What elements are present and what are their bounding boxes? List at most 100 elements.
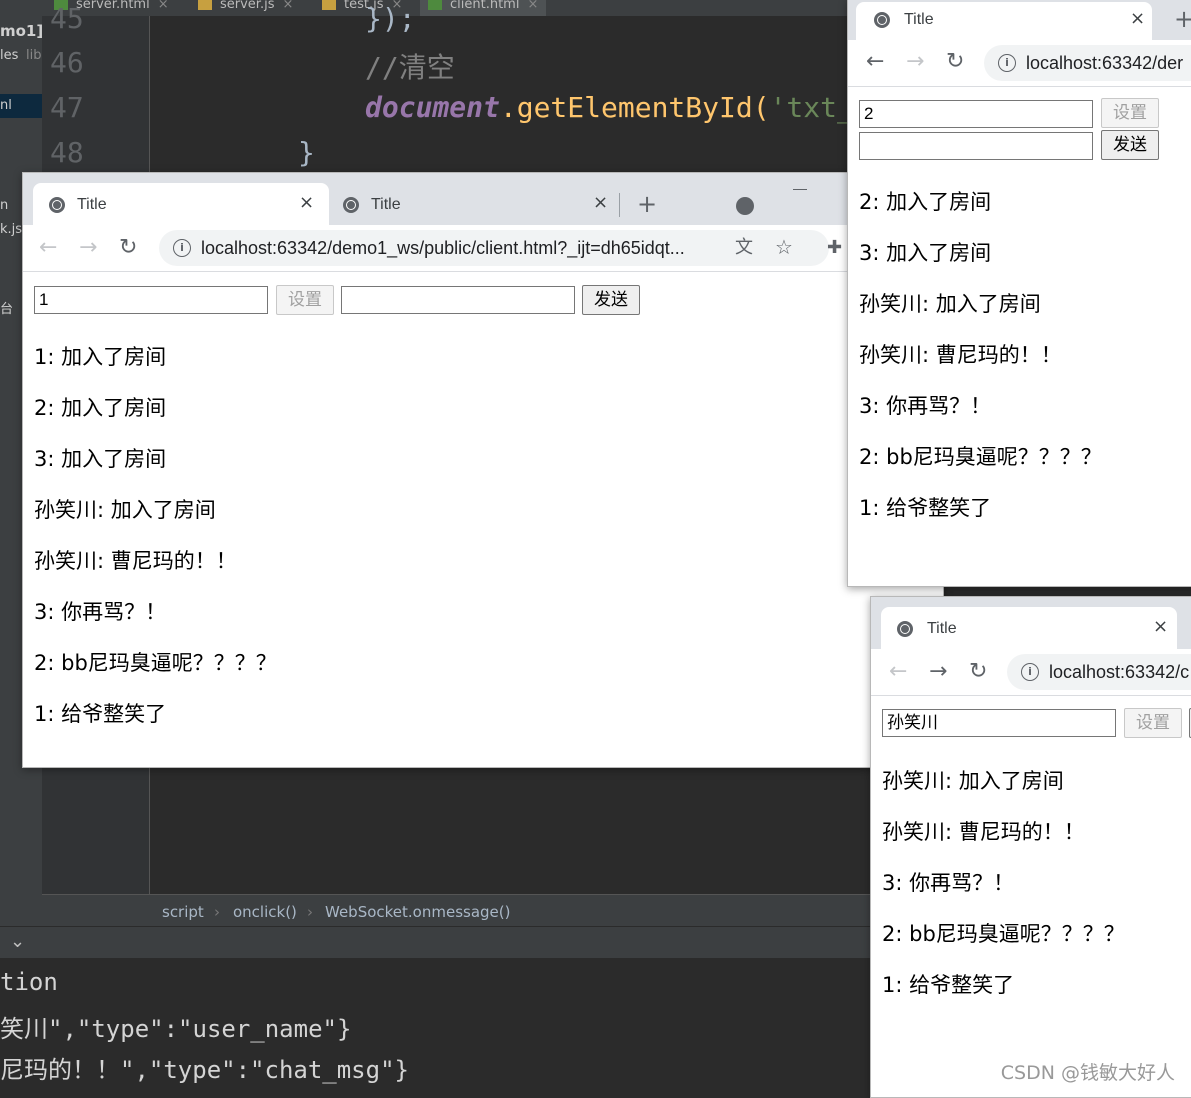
chat-message: 孙笑川: 曹尼玛的！！ <box>34 549 237 573</box>
tab-strip: Title × + <box>848 0 1191 40</box>
navigation-bar: ← → ↻ i localhost:63342/demo1_ws/public/… <box>23 225 943 272</box>
close-icon[interactable]: × <box>527 0 538 12</box>
code-token-method: .getElementById( <box>499 91 770 124</box>
console-output: tion 笑川","type":"user_name"} 尼玛的！！","typ… <box>0 958 872 1091</box>
reload-icon[interactable]: ↻ <box>969 661 987 683</box>
message-input[interactable] <box>341 286 575 314</box>
watermark: CSDN @钱敏大好人 <box>1000 1062 1175 1084</box>
username-input[interactable]: 1 <box>34 286 268 314</box>
tab-title: Title <box>927 620 957 637</box>
reload-icon[interactable]: ↻ <box>119 237 137 259</box>
project-item[interactable]: lib <box>26 48 41 63</box>
chat-message: 3: 你再骂？！ <box>859 394 992 418</box>
project-item[interactable]: les <box>0 48 18 63</box>
globe-icon <box>49 197 65 213</box>
arrow-right-icon[interactable]: → <box>929 661 947 683</box>
tab-title: Title <box>77 196 107 213</box>
chat-message: 3: 你再骂？！ <box>882 871 1015 895</box>
browser-window-main: Title × Title × + ← → ↻ i localhost:6334… <box>22 172 944 768</box>
address-bar[interactable]: i localhost:63342/demo1_ws/public/client… <box>159 230 829 266</box>
close-tab-icon[interactable]: × <box>593 192 608 213</box>
new-tab-icon[interactable]: + <box>637 192 657 216</box>
line-number: 45 <box>50 2 84 35</box>
send-button[interactable]: 发送 <box>582 285 640 315</box>
chat-message: 2: 加入了房间 <box>859 190 992 214</box>
url-text: localhost:63342/c <box>1049 662 1190 682</box>
code-line-45[interactable]: }); <box>365 2 416 35</box>
chat-message: 孙笑川: 曹尼玛的！！ <box>859 343 1062 367</box>
project-name-fragment: mo1] <box>0 22 44 40</box>
code-token-string: 'txt_ <box>769 91 854 124</box>
arrow-right-icon[interactable]: → <box>906 51 924 73</box>
browser-window-bottom: Title × ← → ↻ i localhost:63342/c 孙笑川 设置… <box>870 596 1191 1098</box>
line-number: 48 <box>50 136 84 169</box>
js-file-icon <box>198 0 212 10</box>
chat-message: 2: bb尼玛臭逼呢？？？？ <box>34 651 277 675</box>
chat-message: 孙笑川: 曹尼玛的！！ <box>882 820 1085 844</box>
chevron-right-icon: › <box>214 903 220 921</box>
code-line-48[interactable]: } <box>298 136 315 169</box>
chat-message: 1: 给爷整笑了 <box>34 702 167 726</box>
info-icon[interactable]: i <box>1021 663 1039 681</box>
breadcrumb-item[interactable]: script <box>162 903 204 921</box>
message-input[interactable] <box>859 132 1093 160</box>
username-input[interactable]: 孙笑川 <box>882 709 1116 737</box>
puzzle-icon[interactable]: ✚ <box>827 237 842 259</box>
browser-tab-active[interactable]: Title × <box>33 183 329 225</box>
translate-icon[interactable]: 文 <box>735 237 753 259</box>
send-button[interactable]: 发送 <box>1101 130 1159 160</box>
arrow-right-icon[interactable]: → <box>79 237 97 259</box>
browser-tab-2[interactable]: Title × <box>329 183 619 225</box>
info-icon[interactable]: i <box>173 239 191 257</box>
chat-message: 2: bb尼玛臭逼呢？？？？ <box>882 922 1125 946</box>
chat-message: 1: 加入了房间 <box>34 345 167 369</box>
browser-tab-active[interactable]: Title × <box>881 607 1177 649</box>
chat-message: 2: bb尼玛臭逼呢？？？？ <box>859 445 1102 469</box>
tab-divider <box>619 193 620 217</box>
code-line-46[interactable]: //清空 <box>365 46 455 86</box>
close-icon[interactable]: × <box>158 0 169 12</box>
set-name-button[interactable]: 设置 <box>276 285 334 315</box>
tab-strip: Title × <box>871 597 1191 649</box>
code-line-47[interactable]: document.getElementById('txt_ <box>365 91 854 124</box>
address-bar[interactable]: i localhost:63342/c <box>1007 654 1191 690</box>
console-toolbar: ⌄ <box>0 926 872 959</box>
html-file-icon <box>428 0 442 10</box>
chevron-right-icon: › <box>307 903 313 921</box>
set-name-button[interactable]: 设置 <box>1124 708 1182 738</box>
project-item-selected[interactable]: nl <box>0 94 42 118</box>
ide-tab-client-html[interactable]: client.html × <box>420 0 547 16</box>
chat-message: 1: 给爷整笑了 <box>859 496 992 520</box>
globe-icon <box>897 621 913 637</box>
url-text: localhost:63342/demo1_ws/public/client.h… <box>201 238 685 258</box>
ide-tab-server-js[interactable]: server.js × <box>198 0 293 16</box>
new-tab-icon[interactable]: + <box>1174 7 1191 31</box>
chevron-down-icon[interactable]: ⌄ <box>10 931 25 952</box>
minimize-icon[interactable] <box>793 189 807 190</box>
console-line: 尼玛的！！","type":"chat_msg"} <box>0 1056 409 1084</box>
close-tab-icon[interactable]: × <box>299 192 314 213</box>
info-icon[interactable]: i <box>998 54 1016 72</box>
project-item[interactable]: k.js <box>0 222 22 237</box>
breadcrumb-item[interactable]: WebSocket.onmessage() <box>325 903 510 921</box>
arrow-left-icon[interactable]: ← <box>39 237 57 259</box>
line-number: 46 <box>50 46 84 79</box>
tab-search-icon[interactable] <box>736 197 754 215</box>
set-name-button[interactable]: 设置 <box>1101 98 1159 128</box>
tab-title: Title <box>904 11 934 28</box>
reload-icon[interactable]: ↻ <box>946 51 964 73</box>
project-item[interactable]: 台 <box>0 298 13 317</box>
browser-tab-active[interactable]: Title × <box>856 2 1152 40</box>
star-icon[interactable]: ☆ <box>775 236 793 258</box>
chat-message: 3: 你再骂？！ <box>34 600 167 624</box>
username-input[interactable]: 2 <box>859 100 1093 128</box>
close-icon[interactable]: × <box>282 0 293 12</box>
close-tab-icon[interactable]: × <box>1130 8 1145 29</box>
arrow-left-icon[interactable]: ← <box>866 51 884 73</box>
breadcrumb-item[interactable]: onclick() <box>233 903 297 921</box>
address-bar[interactable]: i localhost:63342/der <box>984 45 1191 81</box>
close-tab-icon[interactable]: × <box>1153 616 1168 637</box>
arrow-left-icon[interactable]: ← <box>889 661 907 683</box>
project-item[interactable]: n <box>0 198 8 213</box>
tab-strip: Title × Title × + <box>23 173 943 225</box>
